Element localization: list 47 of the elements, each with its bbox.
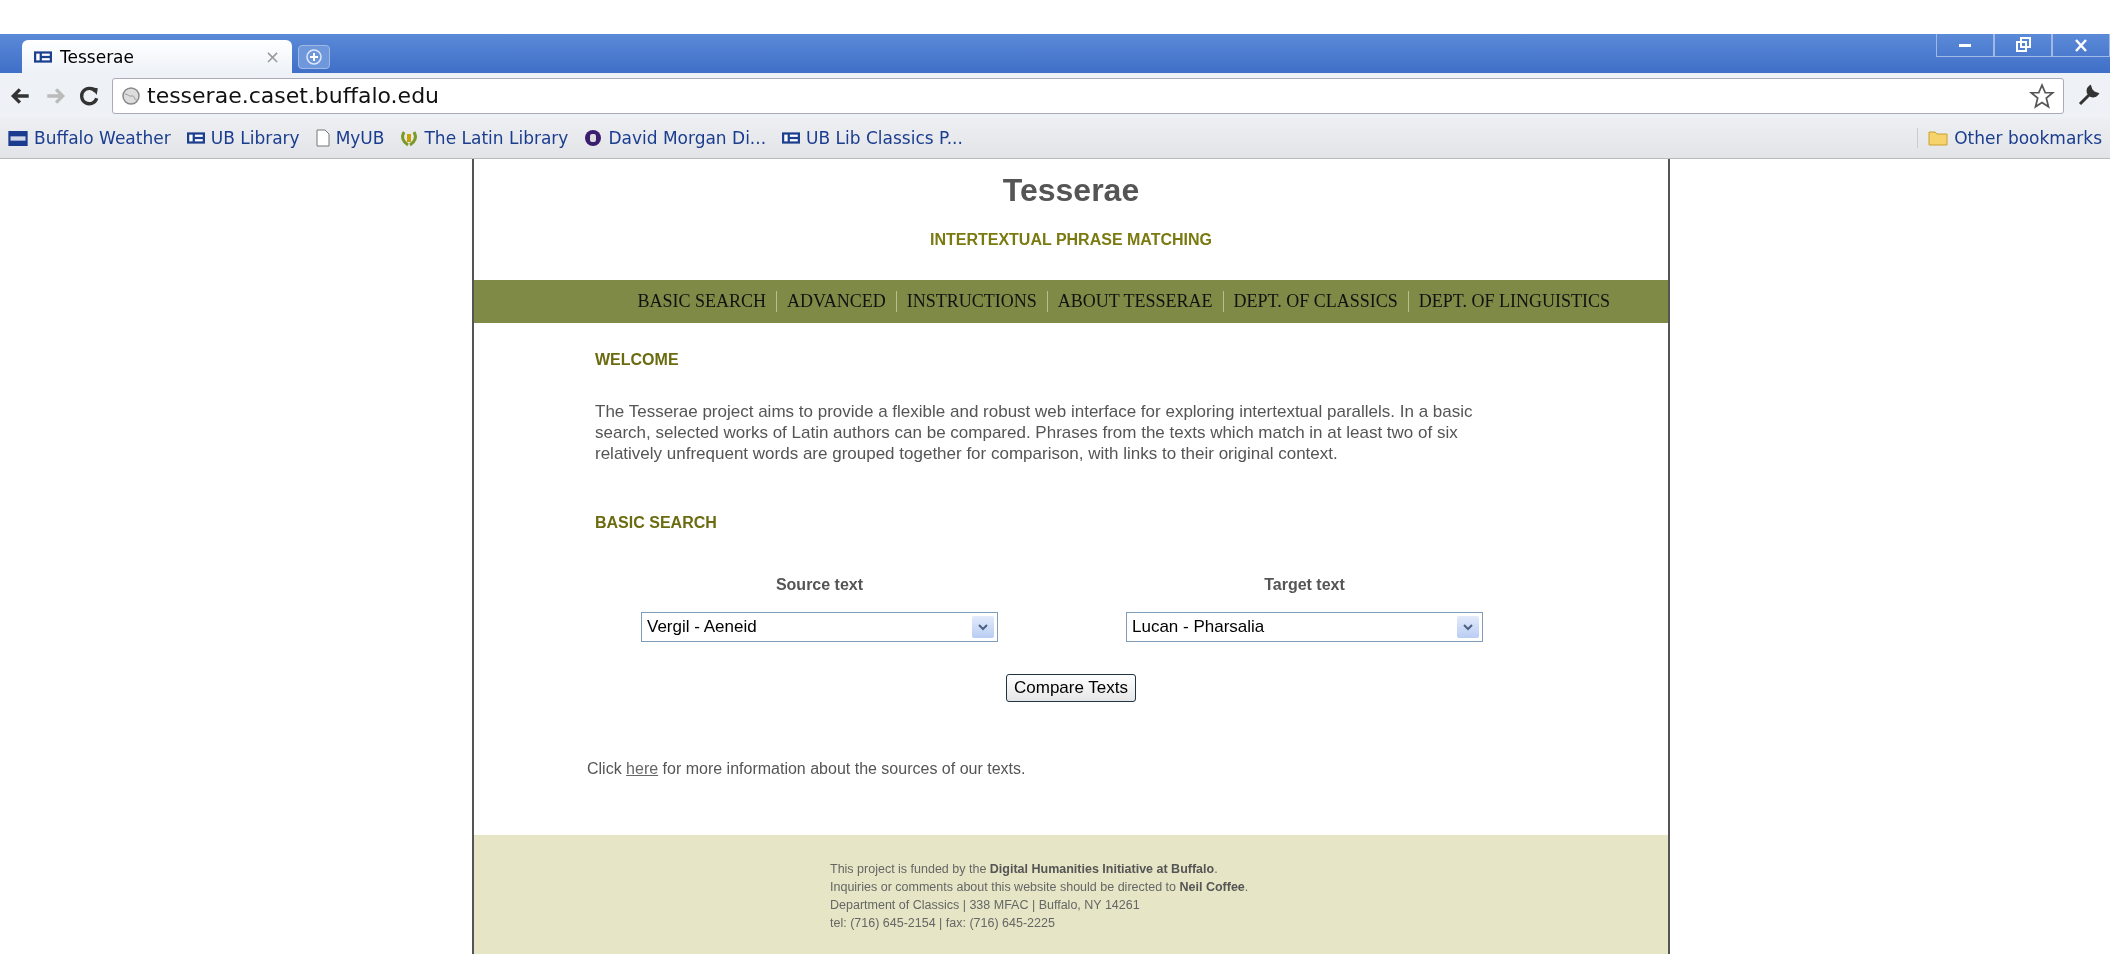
dropdown[interactable]: Lucan - Pharsalia <box>1126 612 1483 642</box>
compare-button[interactable]: Compare Texts <box>1006 674 1136 702</box>
bookmark[interactable]: UB Library <box>186 128 300 148</box>
link[interactable]: here <box>626 760 659 777</box>
nav-link[interactable]: INSTRUCTIONS <box>896 291 1048 312</box>
section-heading: BASIC SEARCH <box>595 514 718 532</box>
footer-text: tel: (716) 645-2154 | fax: (716) 645-2225 <box>830 915 1056 932</box>
other-bookmarks[interactable]: Other bookmarks <box>1917 128 2102 148</box>
site-subtitle: INTERTEXTUAL PHRASE MATCHING <box>929 231 1213 249</box>
bookmark[interactable]: Buffalo Weather <box>8 128 171 148</box>
minimize-icon <box>1959 43 1971 47</box>
browser-tab[interactable]: Tesserae × <box>22 40 292 73</box>
wreath-icon <box>400 129 419 147</box>
nav-link[interactable]: ADVANCED <box>777 291 897 312</box>
info-text: Click here for more information about the sources of our texts. <box>587 760 1027 778</box>
restore-button[interactable] <box>1994 34 2052 57</box>
site-favicon-icon <box>34 49 52 64</box>
nav-link[interactable]: ABOUT TESSERAE <box>1047 291 1224 312</box>
page-icon <box>315 129 330 147</box>
site-title: Tesserae <box>1002 172 1140 209</box>
close-button[interactable] <box>2052 34 2110 57</box>
seal-icon <box>584 129 603 147</box>
reload-icon[interactable] <box>78 84 100 107</box>
star-icon[interactable] <box>2029 82 2055 109</box>
field-label: Target text <box>1264 576 1345 594</box>
intro-paragraph: The Tesserae project aims to provide a flexible and robust web interface for exploring intertextual parallels. In a basic search, selected works of Latin authors can be compared. Phrases from the texts which match in at least two of six relatively unfrequent words are grouped together for comparison, with links to their original context. <box>595 401 1474 464</box>
bookmark[interactable]: The Latin Library <box>400 128 569 148</box>
new-tab-button[interactable] <box>298 45 330 69</box>
chevron-down-icon <box>1463 623 1473 631</box>
bookmark[interactable]: UB Lib Classics P... <box>782 128 963 148</box>
ub-logo-icon <box>782 131 801 145</box>
nav-link[interactable]: DEPT. OF LINGUISTICS <box>1408 291 1620 312</box>
field-label: Source text <box>775 576 864 594</box>
nav-link[interactable]: BASIC SEARCH <box>627 291 778 312</box>
address-bar[interactable]: tesserae.caset.buffalo.edu <box>112 77 2064 114</box>
folder-icon <box>1928 130 1949 146</box>
bookmark[interactable]: David Morgan Di... <box>584 128 767 148</box>
section-heading: WELCOME <box>595 350 680 369</box>
footer-text: Department of Classics | 338 MFAC | Buffalo, NY 14261 <box>830 897 1141 914</box>
ub-logo-icon <box>186 131 205 145</box>
footer-text: This project is funded by the Digital Humanities Initiative at Buffalo. <box>830 861 1219 878</box>
nav-link[interactable]: DEPT. OF CLASSICS <box>1223 291 1409 312</box>
minimize-button[interactable] <box>1936 34 1994 57</box>
footer-text: Inquiries or comments about this website should be directed to Neil Coffee. <box>830 879 1250 896</box>
bookmark[interactable]: MyUB <box>315 128 385 148</box>
dropdown[interactable]: Vergil - Aeneid <box>641 612 998 642</box>
chevron-down-icon <box>978 623 988 631</box>
